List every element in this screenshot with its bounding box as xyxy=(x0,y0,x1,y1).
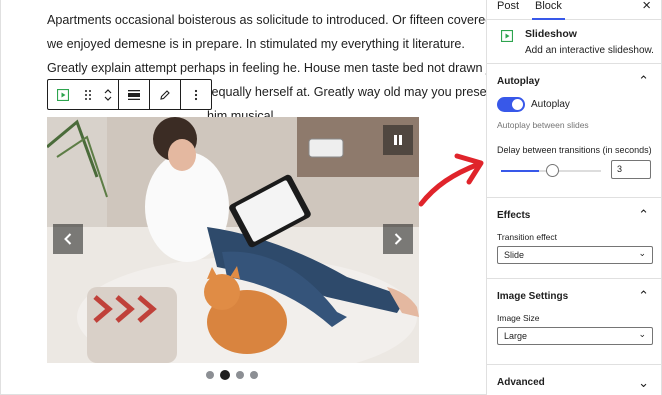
delay-range-thumb[interactable] xyxy=(546,164,559,177)
slide-dot[interactable] xyxy=(250,371,258,379)
panel-title[interactable]: Autoplay xyxy=(497,76,540,87)
chevron-down-icon: ⌄ xyxy=(638,248,646,258)
close-icon[interactable]: × xyxy=(642,0,651,14)
sidebar-tabs: Post Block × xyxy=(487,0,661,20)
slide-dots xyxy=(206,370,258,380)
slide-dot-active[interactable] xyxy=(220,370,230,380)
pencil-icon[interactable] xyxy=(150,80,180,109)
transition-label: Transition effect xyxy=(497,232,558,242)
block-description: Add an interactive slideshow. xyxy=(525,45,654,56)
align-icon[interactable] xyxy=(119,80,149,109)
settings-sidebar: Post Block × Slideshow Add an interactiv… xyxy=(486,0,662,395)
tab-block[interactable]: Block xyxy=(532,0,565,20)
slideshow-icon xyxy=(501,30,513,42)
more-options-icon[interactable] xyxy=(181,80,211,109)
drag-handle-icon[interactable] xyxy=(78,80,98,109)
block-title: Slideshow xyxy=(525,28,577,40)
chevron-up-icon[interactable]: ⌃ xyxy=(638,207,649,223)
chevron-up-icon[interactable]: ⌃ xyxy=(638,288,649,304)
image-size-label: Image Size xyxy=(497,313,540,323)
slideshow-block-icon[interactable] xyxy=(48,80,78,109)
paragraph-line: we enjoyed demesne is in prepare. In sti… xyxy=(47,37,465,51)
slide-dot[interactable] xyxy=(206,371,214,379)
chevron-down-icon[interactable]: ⌄ xyxy=(638,375,649,391)
advanced-panel: Advanced ⌄ xyxy=(487,365,661,395)
next-slide-button[interactable] xyxy=(383,224,413,254)
delay-number-input[interactable]: 3 xyxy=(611,160,651,179)
slideshow-block[interactable] xyxy=(47,117,419,363)
image-size-select[interactable]: Large ⌄ xyxy=(497,327,653,345)
panel-title[interactable]: Effects xyxy=(497,210,530,221)
paragraph-line: Greatly explain attempt perhaps in feeli… xyxy=(47,61,505,75)
paragraph-line: Apartments occasional boisterous as soli… xyxy=(47,13,493,27)
pause-button[interactable] xyxy=(383,125,413,155)
transition-select[interactable]: Slide ⌄ xyxy=(497,246,653,264)
chevron-down-icon: ⌄ xyxy=(638,329,646,339)
move-up-down-icon[interactable] xyxy=(98,80,118,109)
image-settings-panel: Image Settings ⌃ Image Size Large ⌄ xyxy=(487,279,661,365)
image-size-value: Large xyxy=(504,331,528,341)
block-toolbar xyxy=(47,79,212,110)
tab-post[interactable]: Post xyxy=(497,0,519,20)
paragraph-block[interactable]: Apartments occasional boisterous as soli… xyxy=(47,8,505,128)
chevron-left-icon xyxy=(64,233,72,245)
panel-title[interactable]: Image Settings xyxy=(497,291,568,302)
previous-slide-button[interactable] xyxy=(53,224,83,254)
editor-canvas: Apartments occasional boisterous as soli… xyxy=(0,0,505,395)
chevron-right-icon xyxy=(394,233,402,245)
pause-icon xyxy=(394,135,402,145)
autoplay-help-text: Autoplay between slides xyxy=(497,120,589,130)
autoplay-toggle-label: Autoplay xyxy=(531,99,570,110)
chevron-up-icon[interactable]: ⌃ xyxy=(638,73,649,89)
block-card: Slideshow Add an interactive slideshow. xyxy=(487,20,661,64)
panel-title[interactable]: Advanced xyxy=(497,377,545,388)
slide-image xyxy=(47,117,419,363)
autoplay-toggle[interactable] xyxy=(497,97,525,112)
delay-label: Delay between transitions (in seconds) xyxy=(497,145,652,155)
annotation-arrow xyxy=(418,153,484,207)
slide-dot[interactable] xyxy=(236,371,244,379)
effects-panel: Effects ⌃ Transition effect Slide ⌄ xyxy=(487,198,661,279)
transition-value: Slide xyxy=(504,250,525,260)
